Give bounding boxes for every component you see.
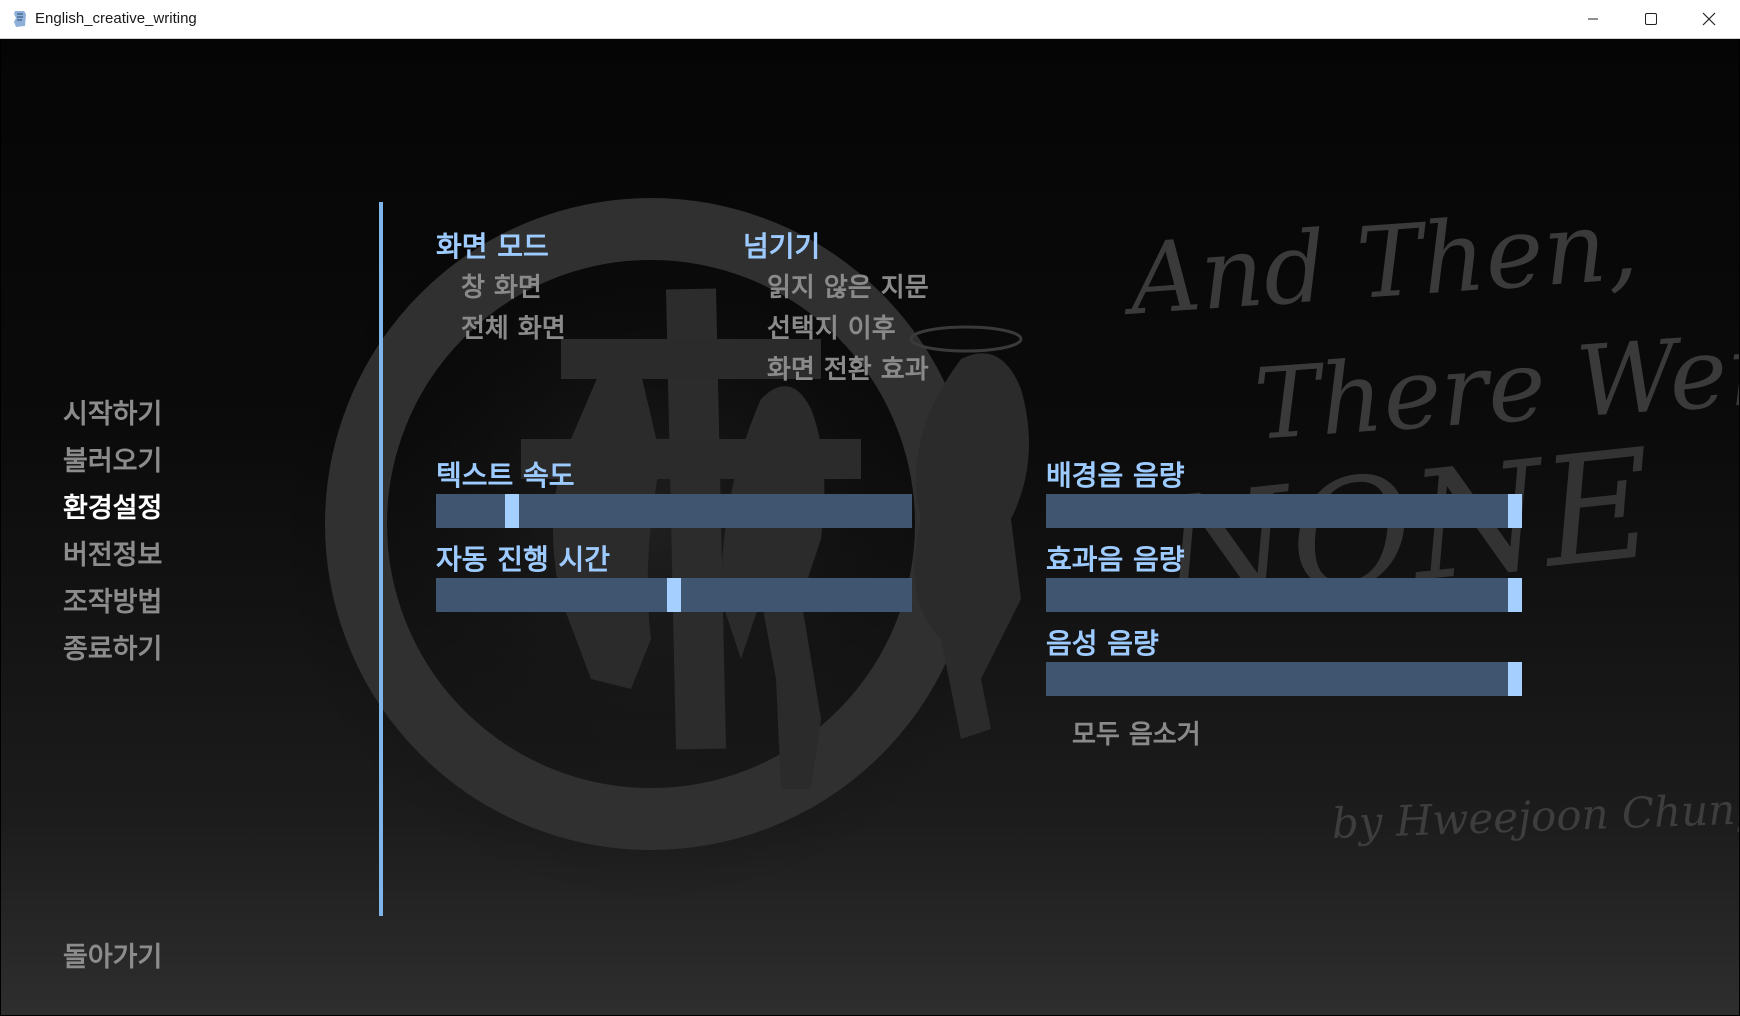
- voice-volume-slider[interactable]: [1046, 662, 1522, 696]
- auto-forward-time-slider[interactable]: [436, 578, 912, 612]
- display-mode-heading: 화면 모드: [436, 230, 549, 263]
- skip-option-unseen-text[interactable]: 읽지 않은 지문: [767, 267, 929, 304]
- minimize-icon: [1588, 18, 1598, 20]
- music-volume-slider[interactable]: [1046, 494, 1522, 528]
- auto-forward-time-slider-thumb[interactable]: [667, 578, 681, 612]
- close-button[interactable]: [1680, 0, 1738, 38]
- auto-forward-time-label: 자동 진행 시간: [436, 543, 611, 576]
- sound-volume-slider[interactable]: [1046, 578, 1522, 612]
- menu-item-quit[interactable]: 종료하기: [63, 627, 162, 666]
- sound-volume-label: 효과음 음량: [1046, 543, 1185, 576]
- menu-item-about[interactable]: 버전정보: [63, 533, 162, 572]
- skip-option-after-choices[interactable]: 선택지 이후: [767, 308, 896, 345]
- voice-volume-label: 음성 음량: [1046, 627, 1159, 660]
- voice-volume-slider-thumb[interactable]: [1508, 662, 1522, 696]
- menu-item-help[interactable]: 조작방법: [63, 580, 162, 619]
- display-option-fullscreen[interactable]: 전체 화면: [461, 308, 566, 345]
- menu-item-start[interactable]: 시작하기: [63, 392, 162, 431]
- text-speed-label: 텍스트 속도: [436, 459, 575, 492]
- sound-volume-slider-thumb[interactable]: [1508, 578, 1522, 612]
- app-icon: [14, 11, 26, 27]
- window-title: English_creative_writing: [35, 10, 197, 27]
- close-icon: [1702, 12, 1716, 26]
- text-speed-slider[interactable]: [436, 494, 912, 528]
- menu-item-load[interactable]: 불러오기: [63, 439, 162, 478]
- music-volume-label: 배경음 음량: [1046, 459, 1185, 492]
- music-volume-slider-thumb[interactable]: [1508, 494, 1522, 528]
- return-button[interactable]: 돌아가기: [63, 935, 162, 974]
- display-option-window[interactable]: 창 화면: [461, 267, 542, 304]
- menu-divider: [379, 202, 383, 916]
- mute-all-button[interactable]: 모두 음소거: [1072, 714, 1201, 751]
- maximize-button[interactable]: [1622, 0, 1680, 38]
- window-titlebar: English_creative_writing: [0, 0, 1740, 39]
- menu-item-preferences[interactable]: 환경설정: [63, 486, 162, 525]
- text-speed-slider-thumb[interactable]: [505, 494, 519, 528]
- game-screen: And Then, There Were NONE by Hweejoon Ch…: [1, 39, 1739, 1015]
- skip-option-transitions[interactable]: 화면 전환 효과: [767, 349, 929, 386]
- skip-heading: 넘기기: [743, 230, 821, 263]
- maximize-icon: [1645, 13, 1657, 25]
- minimize-button[interactable]: [1564, 0, 1622, 38]
